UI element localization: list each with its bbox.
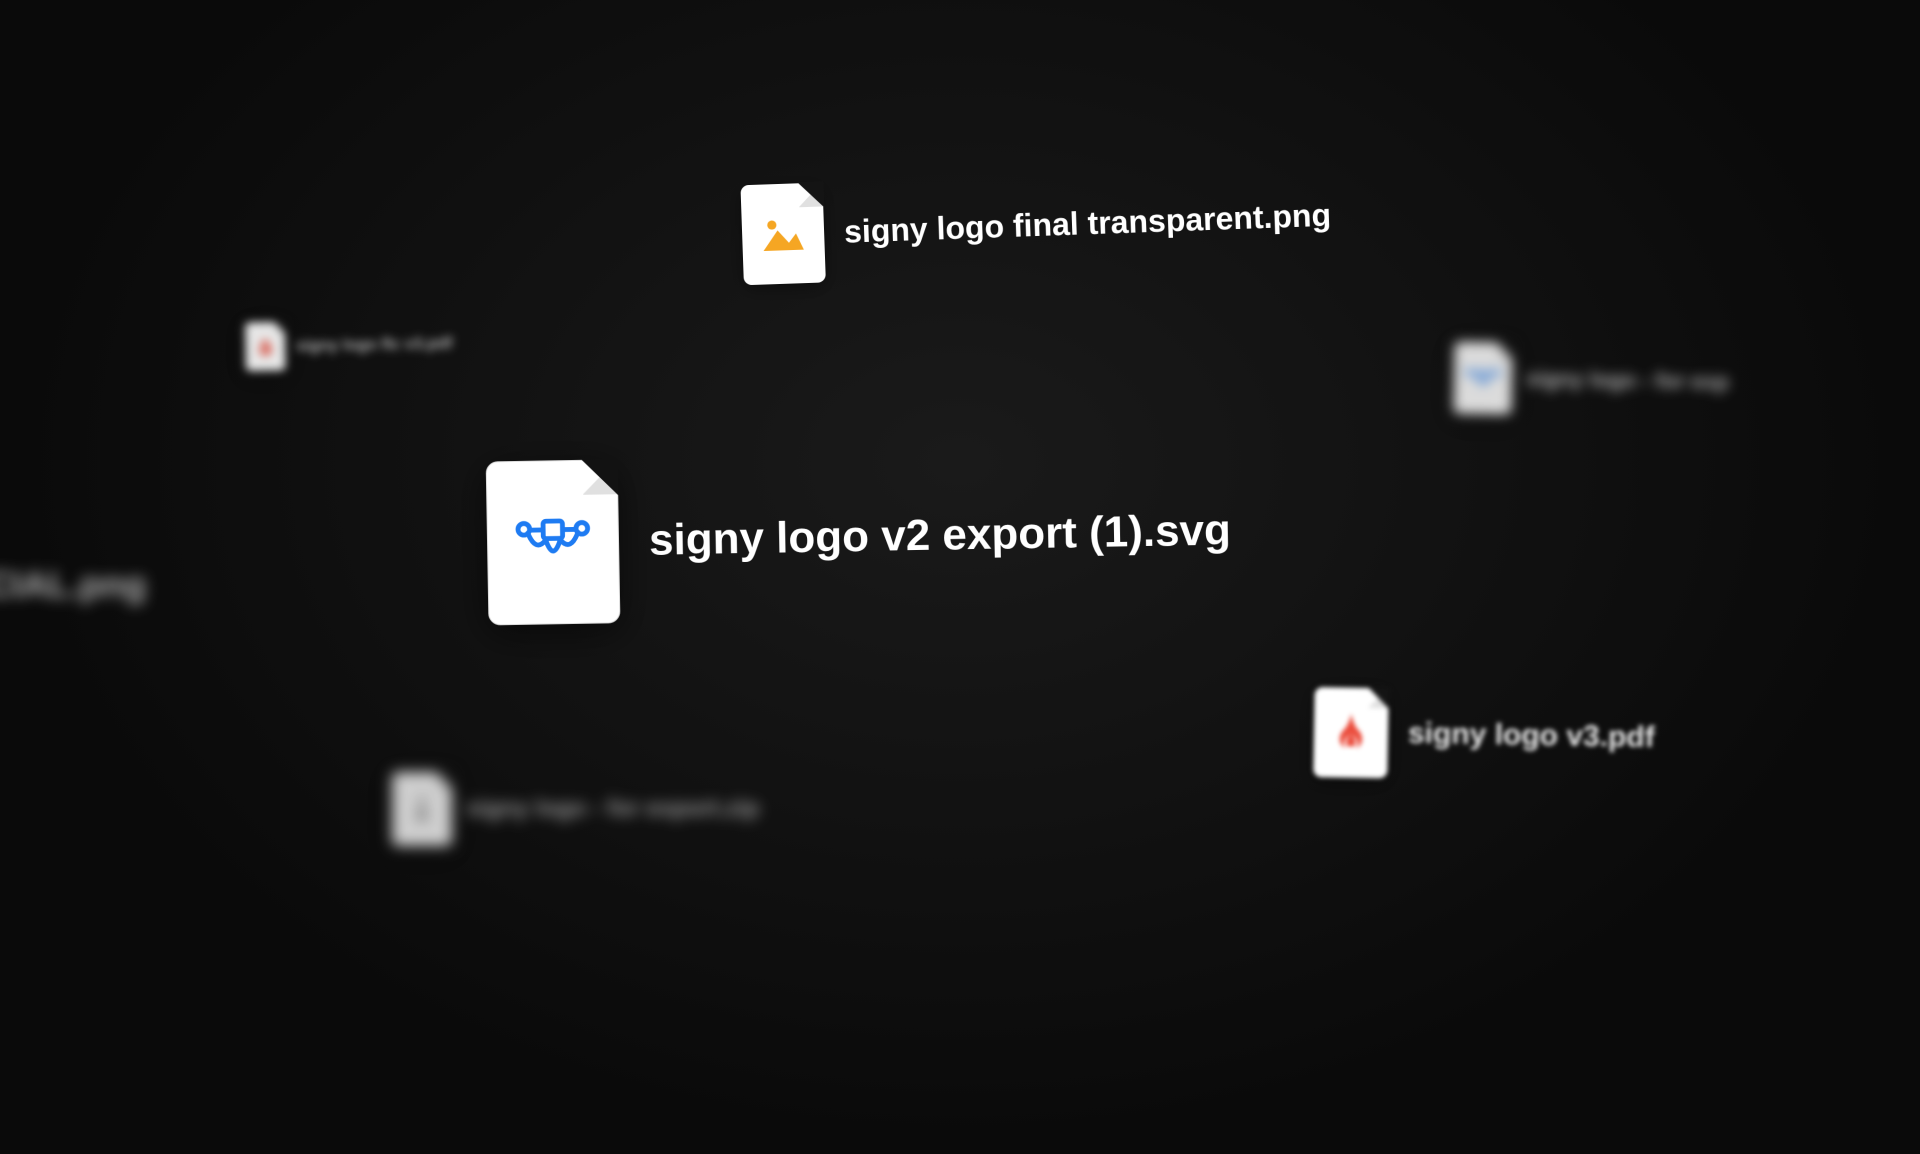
pdf-file-icon: [245, 322, 285, 371]
file-item-pdf-flc[interactable]: signy logo flc v3.pdf: [245, 319, 453, 371]
file-name-label: signy logo v2 export (1).svg: [649, 506, 1232, 566]
file-item-pdf-v3[interactable]: signy logo v3.pdf: [1313, 687, 1655, 783]
file-name-label: signy logo - for exp: [1526, 366, 1729, 396]
file-item-png-transparent[interactable]: signy logo final transparent.png: [740, 165, 1332, 285]
file-name-label: go SOCIAL.png: [0, 564, 146, 606]
vector-file-icon: [486, 459, 621, 625]
file-name-label: signy logo v3.pdf: [1408, 717, 1655, 755]
file-item-png-social-partial[interactable]: go SOCIAL.png: [0, 564, 146, 606]
file-name-label: signy logo - for export.zip: [466, 795, 759, 823]
image-file-icon: [740, 182, 825, 285]
file-name-label: signy logo final transparent.png: [843, 196, 1331, 250]
file-scatter-canvas: signy logo final transparent.png signy l…: [0, 0, 1920, 1154]
pdf-file-icon: [1313, 687, 1389, 778]
file-item-svg-export-partial[interactable]: signy logo - for exp: [1453, 342, 1729, 419]
file-item-zip-export[interactable]: signy logo - for export.zip: [392, 772, 759, 846]
file-item-svg-v2-export[interactable]: signy logo v2 export (1).svg: [486, 449, 1233, 626]
vector-file-icon: [1453, 342, 1512, 415]
zip-file-icon: [392, 772, 452, 846]
file-name-label: signy logo flc v3.pdf: [296, 334, 453, 356]
